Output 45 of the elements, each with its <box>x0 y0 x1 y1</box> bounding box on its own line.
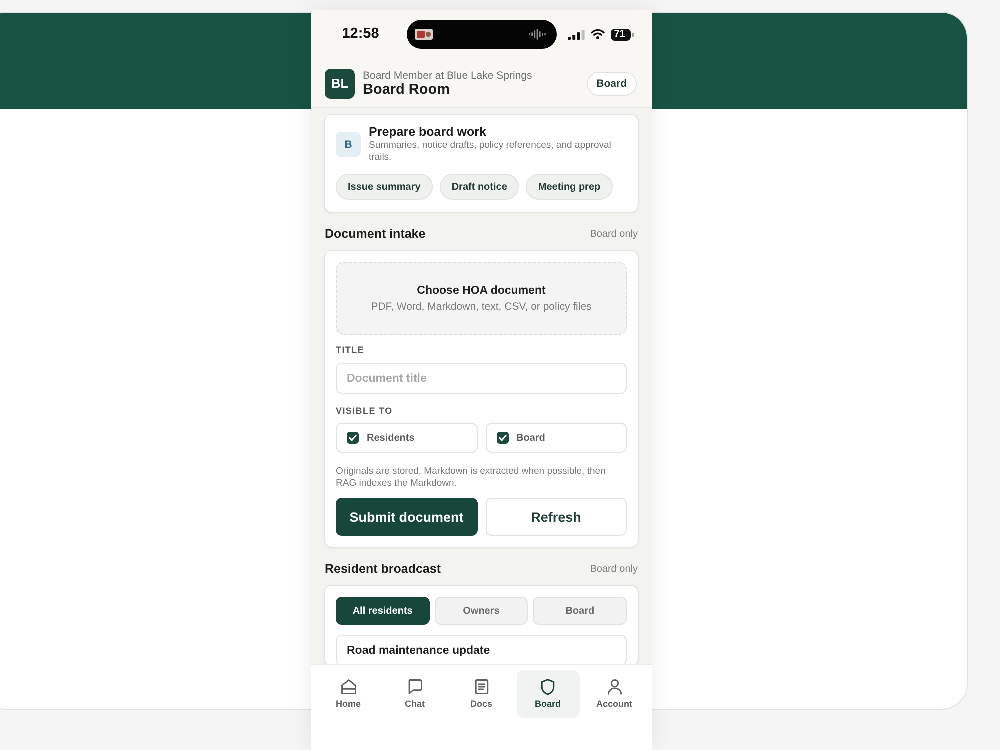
nav-tab[interactable]: Chat <box>384 670 446 718</box>
refresh-button[interactable]: Refresh <box>486 498 627 536</box>
waveform-icon <box>528 29 546 40</box>
quick-action-chip[interactable]: Issue summary <box>336 174 433 200</box>
checkbox[interactable] <box>347 432 359 444</box>
signal-icon <box>568 30 586 40</box>
letter-tile: B <box>336 132 361 157</box>
audience-tab[interactable]: Owners <box>434 597 528 625</box>
scope-label: Board only <box>590 564 638 574</box>
shield-icon <box>540 678 556 694</box>
header-title: Board Room <box>363 82 451 98</box>
scope-label: Board only <box>590 228 638 240</box>
audience-tab[interactable]: All residents <box>336 597 430 625</box>
card-title: Prepare board work <box>369 125 488 140</box>
role-button[interactable]: Board <box>586 72 637 96</box>
checkbox[interactable] <box>496 432 508 444</box>
nav-tab[interactable]: Board <box>516 670 580 718</box>
chat-bubble-icon <box>407 678 423 694</box>
audience-tab[interactable]: Board <box>533 597 627 625</box>
header-subtitle: Board Member at Blue Lake Springs <box>363 70 532 82</box>
visibility-option[interactable]: Board <box>486 423 627 453</box>
section-title: Document intake <box>325 227 426 241</box>
wifi-icon <box>591 29 606 40</box>
home-icon <box>340 678 356 694</box>
quick-action-chip[interactable]: Draft notice <box>440 174 520 200</box>
avatar: BL <box>325 68 355 98</box>
person-icon <box>606 678 622 694</box>
status-time: 12:58 <box>342 26 380 43</box>
file-dropzone[interactable]: Choose HOA document PDF, Word, Markdown, text, CSV, or policy files <box>336 262 627 335</box>
subject-field[interactable]: Road maintenance update <box>336 635 627 664</box>
battery-indicator: 71 <box>611 28 634 40</box>
card-description: Summaries, notice drafts, policy references, and approval trails. <box>369 140 612 164</box>
nav-tab[interactable]: Docs <box>450 670 513 718</box>
nav-tab[interactable]: Home <box>317 670 380 718</box>
submit-button[interactable]: Submit document <box>336 498 478 536</box>
field-label: VISIBLE TO <box>336 405 393 417</box>
app-thumbnail-icon <box>414 29 432 40</box>
document-icon <box>474 678 490 694</box>
help-text: Originals are stored, Markdown is extracted when possible, then RAG indexes the Markdown. <box>336 466 607 489</box>
field-label: TITLE <box>336 344 364 356</box>
quick-action-chip[interactable]: Meeting prep <box>526 174 613 200</box>
title-input[interactable]: Document title <box>336 363 627 394</box>
nav-tab[interactable]: Account <box>583 670 646 718</box>
section-title: Resident broadcast <box>325 562 442 576</box>
visibility-option[interactable]: Residents <box>336 423 478 453</box>
